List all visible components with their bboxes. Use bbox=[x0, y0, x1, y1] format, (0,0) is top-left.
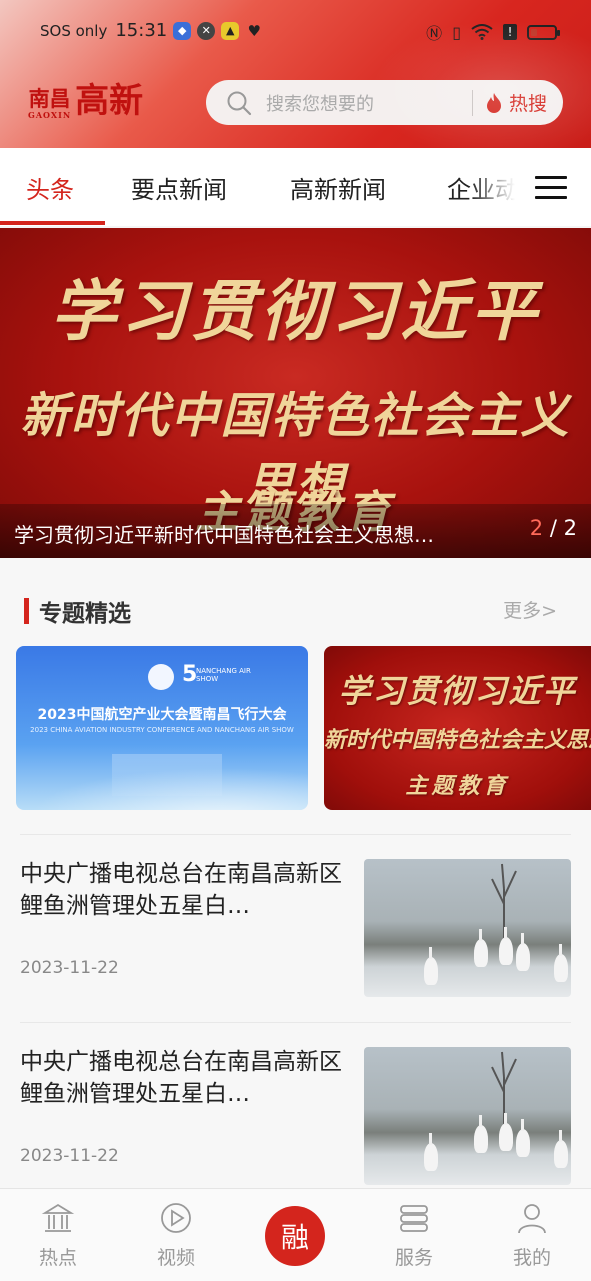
tab-mine[interactable]: 我的 bbox=[492, 1201, 572, 1270]
wifi-icon bbox=[471, 24, 493, 40]
pager-separator: / bbox=[549, 516, 557, 540]
crane-graphic bbox=[474, 929, 488, 967]
news-date: 2023-11-22 bbox=[20, 1146, 119, 1166]
airshow-emblem-icon bbox=[148, 664, 174, 690]
clock-text: 15:31 bbox=[115, 20, 168, 41]
notification-app-icon: ✕ bbox=[197, 21, 216, 40]
alert-icon: ! bbox=[503, 24, 517, 40]
tab-hitech-news[interactable]: 高新新闻 bbox=[290, 170, 386, 205]
tab-hotspot[interactable]: 热点 bbox=[18, 1201, 98, 1270]
topic-card-education[interactable]: 学习贯彻习近平 新时代中国特色社会主义思想 主题教育 bbox=[324, 646, 591, 810]
search-input[interactable]: 搜索您想要的 bbox=[266, 90, 472, 116]
tab-key-news[interactable]: 要点新闻 bbox=[131, 170, 227, 205]
nfc-icon: Ⓝ bbox=[426, 24, 443, 43]
crane-graphic bbox=[424, 947, 438, 985]
crane-graphic bbox=[554, 1130, 568, 1168]
tab-service-label: 服务 bbox=[394, 1247, 433, 1269]
tab-mine-label: 我的 bbox=[512, 1247, 551, 1269]
shield-app-icon: ◆ bbox=[173, 21, 192, 40]
center-fusion-button[interactable]: 融 bbox=[265, 1206, 325, 1266]
airshow-badge-text: NANCHANG AIR SHOW bbox=[196, 667, 251, 683]
tab-video-label: 视频 bbox=[156, 1247, 195, 1269]
divider bbox=[20, 1022, 571, 1023]
crane-graphic bbox=[499, 1113, 513, 1151]
vibrate-icon: ▯ bbox=[452, 22, 461, 42]
building-icon bbox=[41, 1203, 75, 1232]
logo-city-en: GAOXIN bbox=[28, 110, 72, 120]
center-fusion-label: 融 bbox=[280, 1221, 309, 1254]
logo-city: 南昌 GAOXIN bbox=[28, 86, 72, 121]
user-icon bbox=[518, 1204, 546, 1234]
wave-graphic bbox=[16, 764, 308, 810]
app-header: SOS only 15:31 ◆ ✕ ▲ ♥ Ⓝ ▯ ! 南昌 GAOXIN 高… bbox=[0, 0, 591, 148]
tab-service[interactable]: 服务 bbox=[374, 1201, 454, 1270]
news-thumbnail[interactable] bbox=[364, 1047, 571, 1185]
news-thumbnail[interactable] bbox=[364, 859, 571, 997]
topic2-line-3: 主题教育 bbox=[405, 773, 510, 799]
tab-hotspot-label: 热点 bbox=[38, 1247, 77, 1269]
news-title[interactable]: 中央广播电视总台在南昌高新区鲤鱼洲管理处五星白… bbox=[20, 1046, 345, 1110]
tab-headlines[interactable]: 头条 bbox=[26, 170, 74, 205]
crane-graphic bbox=[554, 944, 568, 982]
status-right: Ⓝ ▯ ! bbox=[426, 20, 560, 44]
list-icon bbox=[400, 1205, 428, 1232]
banner-caption-bar: 学习贯彻习近平新时代中国特色社会主义思想… 2 / 2 bbox=[0, 504, 591, 558]
crane-graphic bbox=[516, 1119, 530, 1157]
tab-video[interactable]: 视频 bbox=[136, 1201, 216, 1270]
active-tab-indicator bbox=[0, 221, 105, 225]
notification-app-icon-2: ▲ bbox=[221, 21, 240, 40]
more-link[interactable]: 更多> bbox=[503, 596, 557, 623]
hot-search-button[interactable]: 热搜 bbox=[485, 89, 547, 116]
battery-icon bbox=[527, 24, 560, 40]
status-left: SOS only 15:31 ◆ ✕ ▲ ♥ bbox=[40, 20, 263, 41]
topic2-line-1: 学习贯彻习近平 bbox=[338, 672, 577, 710]
play-icon bbox=[161, 1203, 191, 1233]
news-title[interactable]: 中央广播电视总台在南昌高新区鲤鱼洲管理处五星白… bbox=[20, 858, 345, 922]
crane-graphic bbox=[424, 1133, 438, 1171]
section-accent-bar bbox=[24, 598, 29, 624]
search-divider bbox=[471, 89, 473, 116]
section-header: 专题精选 bbox=[24, 594, 131, 628]
logo-city-text: 南昌 bbox=[28, 86, 71, 111]
carrier-text: SOS only bbox=[40, 21, 108, 40]
news-date: 2023-11-22 bbox=[20, 958, 119, 978]
flame-icon bbox=[486, 92, 501, 113]
crane-graphic bbox=[499, 927, 513, 965]
banner-caption[interactable]: 学习贯彻习近平新时代中国特色社会主义思想… bbox=[14, 519, 504, 548]
heart-app-icon: ♥ bbox=[247, 21, 261, 40]
pager-current: 2 bbox=[529, 516, 544, 540]
banner-line-1: 学习贯彻习近平 bbox=[50, 272, 541, 350]
menu-icon[interactable] bbox=[535, 176, 567, 200]
crane-graphic bbox=[474, 1115, 488, 1153]
app-logo: 南昌 GAOXIN 高新 bbox=[28, 82, 143, 120]
topic-card-airshow[interactable]: 5 NANCHANG AIR SHOW 2023中国航空产业大会暨南昌飞行大会 … bbox=[16, 646, 308, 810]
crane-graphic bbox=[516, 933, 530, 971]
tab-fade bbox=[470, 148, 530, 222]
search-bar[interactable]: 搜索您想要的 热搜 bbox=[206, 80, 563, 125]
divider bbox=[20, 834, 571, 835]
topic2-line-2: 新时代中国特色社会主义思想 bbox=[324, 727, 591, 753]
airshow-title: 2023中国航空产业大会暨南昌飞行大会 bbox=[37, 707, 287, 723]
status-bar: SOS only 15:31 ◆ ✕ ▲ ♥ Ⓝ ▯ ! bbox=[0, 0, 591, 64]
section-title: 专题精选 bbox=[39, 601, 131, 627]
logo-title: 高新 bbox=[75, 81, 144, 121]
banner-pager: 2 / 2 bbox=[530, 516, 577, 540]
pager-total: 2 bbox=[563, 516, 577, 540]
search-icon bbox=[227, 91, 252, 115]
hot-search-label: 热搜 bbox=[508, 93, 547, 115]
airshow-subtitle: 2023 CHINA AVIATION INDUSTRY CONFERENCE … bbox=[30, 726, 294, 734]
